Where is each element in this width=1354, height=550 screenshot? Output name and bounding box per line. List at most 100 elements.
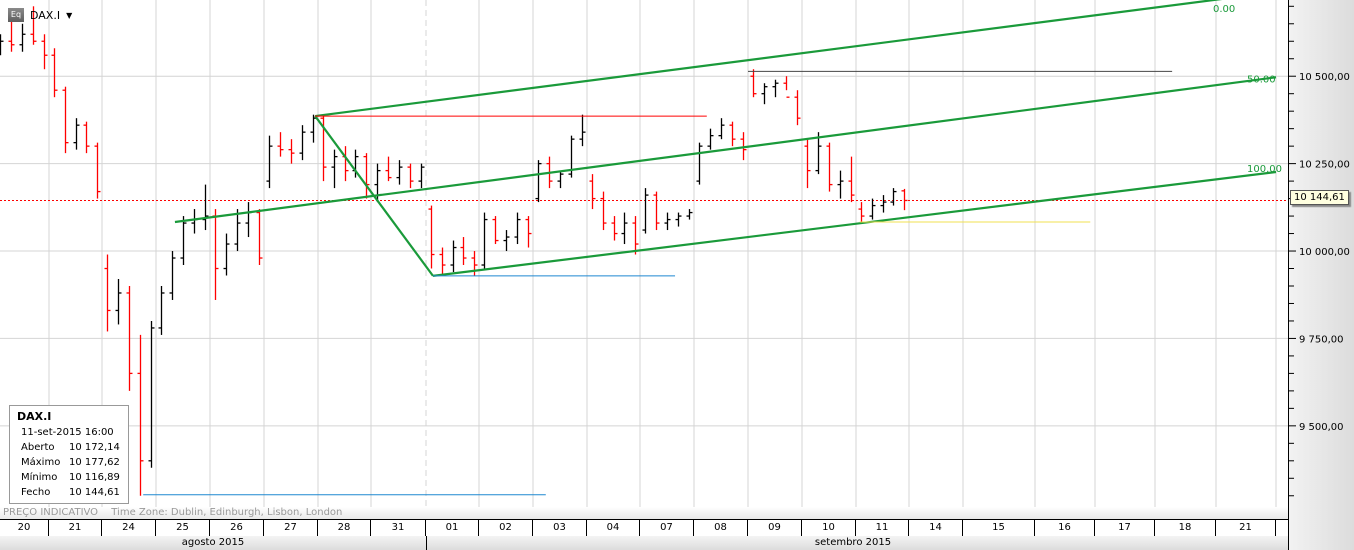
ohlc-bar xyxy=(481,212,488,269)
ohlc-bar xyxy=(642,188,649,234)
ohlc-bar xyxy=(579,114,586,147)
ohlc-bar xyxy=(632,216,639,255)
info-label-high: Máximo xyxy=(21,457,61,468)
pitchfork-line xyxy=(432,170,1277,277)
ohlc-bar xyxy=(653,191,660,231)
ohlc-bar xyxy=(869,198,876,220)
date-tick-label: 04 xyxy=(587,520,640,536)
ohlc-bar xyxy=(718,118,725,140)
date-tick-label: 01 xyxy=(426,520,479,536)
ohlc-bar xyxy=(621,212,628,245)
ohlc-bar xyxy=(439,247,446,276)
ohlc-bar xyxy=(202,184,209,231)
ohlc-bar xyxy=(385,156,392,182)
timezone-note: Time Zone: Dublin, Edinburgh, Lisbon, Lo… xyxy=(111,507,343,518)
date-tick-label: 11 xyxy=(856,520,909,536)
price-chart[interactable]: 0.00 50.00 100.00 xyxy=(0,0,1288,508)
ohlc-bar xyxy=(169,251,176,300)
info-label-open: Aberto xyxy=(21,442,55,453)
date-tick-label: 27 xyxy=(264,520,318,536)
ohlc-bar xyxy=(94,142,101,199)
info-label-low: Mínimo xyxy=(21,472,58,483)
y-tick-label: 10 000,00 xyxy=(1299,247,1350,258)
date-tick-label: 10 xyxy=(802,520,856,536)
date-tick-label: 17 xyxy=(1095,520,1155,536)
date-tick-label: 21 xyxy=(49,520,102,536)
info-value-close: 10 144,61 xyxy=(69,487,120,498)
ohlc-bar xyxy=(826,142,833,192)
date-tick-label: 24 xyxy=(102,520,156,536)
ohlc-bar xyxy=(837,170,844,199)
date-tick-label: 07 xyxy=(640,520,694,536)
ohlc-bar xyxy=(137,334,144,496)
month-label: agosto 2015 xyxy=(181,537,245,548)
ohlc-bar xyxy=(104,254,111,332)
symbol-selector[interactable]: Eq DAX.I ▼ xyxy=(8,8,72,22)
ohlc-bar xyxy=(568,135,575,178)
date-tick-label: 08 xyxy=(694,520,748,536)
ohlc-bar xyxy=(363,153,370,199)
ohlc-bar xyxy=(245,202,252,238)
ohlc-bar xyxy=(761,83,768,105)
ohlc-bar xyxy=(418,163,425,189)
ohlc-bar xyxy=(589,174,596,210)
y-tick-label: 10 250,00 xyxy=(1299,160,1350,171)
symbol-label: DAX.I xyxy=(30,8,61,22)
y-tick-label: 9 500,00 xyxy=(1299,422,1344,433)
ohlc-bar xyxy=(83,121,90,154)
date-tick-label: 31 xyxy=(371,520,426,536)
date-tick-label: 14 xyxy=(909,520,963,536)
ohlc-bar xyxy=(858,202,865,224)
ohlc-bar xyxy=(535,160,542,203)
pitchfork-line xyxy=(315,0,1223,118)
ohlc-bar xyxy=(148,320,155,468)
ohlc-bar xyxy=(525,216,532,248)
price-axis[interactable]: 9 500,00 9 750,00 10 000,00 10 250,00 10 500… xyxy=(1288,0,1354,550)
ohlc-bar xyxy=(880,195,887,213)
ohlc-bar xyxy=(428,205,435,269)
ohlc-bar xyxy=(288,139,295,164)
date-tick-label: 20 xyxy=(0,520,49,536)
ohlc-bar xyxy=(675,212,682,227)
date-axis: 20 21 24 25 26 27 28 31 01 02 03 04 07 08 09 10 11 14 15 16… xyxy=(0,519,1288,537)
date-tick-label: 18 xyxy=(1155,520,1216,536)
ohlc-bar xyxy=(600,191,607,231)
ohlc-bar xyxy=(8,20,15,52)
date-tick-label: 09 xyxy=(748,520,802,536)
ohlc-bar xyxy=(256,209,263,266)
ohlc-bar xyxy=(331,149,338,189)
ohlc-bar xyxy=(557,170,564,189)
ohlc-bar xyxy=(890,188,897,206)
info-datetime: 11-set-2015 16:00 xyxy=(21,427,114,438)
current-price-tag: 10 144,61 xyxy=(1290,190,1349,205)
ohlc-bar xyxy=(901,188,908,211)
ohlc-bar xyxy=(783,76,790,98)
ohlc-bar xyxy=(299,125,306,161)
y-tick-label: 10 500,00 xyxy=(1299,72,1350,83)
ohlc-bar xyxy=(115,278,122,325)
ohlc-bar xyxy=(180,216,187,266)
pitchfork-level-label: 50.00 xyxy=(1247,74,1276,85)
date-tick-label: 15 xyxy=(963,520,1035,536)
ohlc-bar xyxy=(407,163,414,189)
info-symbol: DAX.I xyxy=(17,410,52,423)
ohlc-info-box: DAX.I 11-set-2015 16:00 Aberto 10 172,14… xyxy=(9,405,129,504)
ohlc-bar xyxy=(514,212,521,245)
caret-down-icon[interactable]: ▼ xyxy=(66,11,72,20)
ohlc-bar xyxy=(664,212,671,231)
ohlc-bar xyxy=(223,233,230,276)
date-tick-label: 26 xyxy=(210,520,264,536)
ohlc-bar xyxy=(611,216,618,241)
ohlc-bar xyxy=(772,79,779,98)
date-tick-label: 21 xyxy=(1216,520,1276,536)
ohlc-bar xyxy=(62,86,69,154)
chart-footer: PREÇO INDICATIVO Time Zone: Dublin, Edin… xyxy=(0,507,1288,519)
info-value-high: 10 177,62 xyxy=(69,457,120,468)
pitchfork-level-label: 100.00 xyxy=(1247,164,1282,175)
ohlc-bar xyxy=(310,114,317,143)
ohlc-bar xyxy=(707,128,714,150)
ohlc-bar xyxy=(750,69,757,98)
ohlc-bar xyxy=(0,34,4,56)
pitchfork-level-label: 0.00 xyxy=(1213,4,1235,15)
ohlc-bar xyxy=(503,230,510,252)
